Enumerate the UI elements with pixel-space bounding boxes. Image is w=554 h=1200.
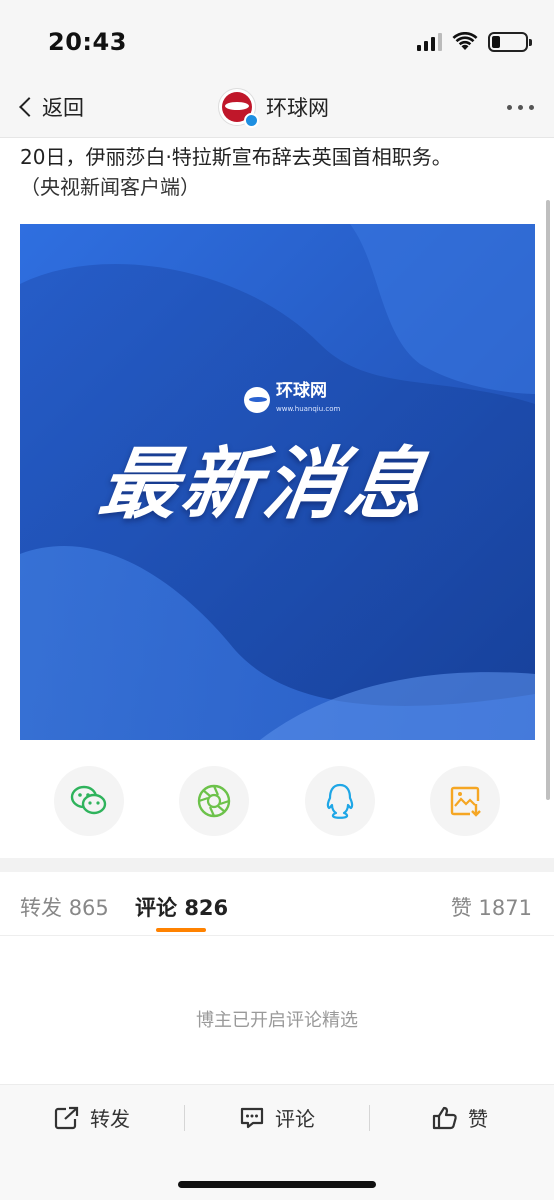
tab-reposts[interactable]: 转发 865 xyxy=(20,892,109,922)
chevron-left-icon xyxy=(19,97,39,117)
comments-empty-note: 博主已开启评论精选 xyxy=(196,1010,358,1031)
wechat-icon xyxy=(70,785,107,815)
card-headline: 最新消息 xyxy=(93,440,435,530)
repost-label: 转发 xyxy=(90,1107,130,1131)
logo-swoosh xyxy=(225,102,249,110)
tab-likes-count: 1871 xyxy=(478,896,532,920)
card-logo-url: www.huanqiu.com xyxy=(276,405,341,413)
account-header[interactable]: 环球网 xyxy=(218,88,329,128)
post-source: （央视新闻客户端） xyxy=(20,175,200,199)
tab-reposts-count: 865 xyxy=(68,896,109,920)
share-row xyxy=(0,766,554,836)
comment-label: 评论 xyxy=(275,1107,315,1131)
battery-icon xyxy=(488,32,532,52)
nav-bar: 返回 环球网 xyxy=(0,80,554,138)
tab-comments-label: 评论 xyxy=(135,896,177,920)
wifi-icon xyxy=(452,32,478,50)
separator xyxy=(184,1105,185,1131)
status-time: 20:43 xyxy=(48,28,127,56)
home-indicator xyxy=(178,1181,376,1188)
share-moments-button[interactable] xyxy=(179,766,249,836)
save-image-icon xyxy=(450,786,481,817)
card-logo-text: 环球网 www.huanqiu.com xyxy=(276,382,340,418)
battery-level xyxy=(492,36,500,48)
more-dots-icon[interactable] xyxy=(507,105,534,110)
verified-badge-icon xyxy=(244,113,259,128)
post-text: 20日，伊丽莎白·特拉斯宣布辞去英国首相职务。 （央视新闻客户端） xyxy=(20,142,540,202)
interaction-tabs: 转发 865 评论 826 赞 1871 xyxy=(0,872,554,936)
tab-comments-count: 826 xyxy=(184,896,229,920)
news-image[interactable]: 环球网 www.huanqiu.com 最新消息 xyxy=(20,224,535,740)
avatar[interactable] xyxy=(218,88,259,128)
tab-comments[interactable]: 评论 826 xyxy=(135,892,228,922)
status-icons xyxy=(417,32,532,52)
tab-likes-label: 赞 xyxy=(450,896,472,920)
save-image-button[interactable] xyxy=(430,766,500,836)
qq-icon xyxy=(326,783,354,819)
back-button[interactable]: 返回 xyxy=(16,92,84,122)
thumbs-up-icon xyxy=(432,1106,457,1129)
moments-icon xyxy=(197,784,231,818)
status-bar: 20:43 xyxy=(0,0,554,80)
share-wechat-button[interactable] xyxy=(54,766,124,836)
scrollbar[interactable] xyxy=(546,200,550,800)
comment-button[interactable]: 评论 xyxy=(239,1103,315,1132)
active-tab-indicator xyxy=(156,928,206,932)
back-label: 返回 xyxy=(42,96,84,120)
section-divider xyxy=(0,858,554,872)
repost-button[interactable]: 转发 xyxy=(54,1103,130,1132)
like-button[interactable]: 赞 xyxy=(432,1103,488,1132)
comment-icon xyxy=(240,1107,264,1128)
repost-icon xyxy=(54,1106,79,1129)
share-qq-button[interactable] xyxy=(305,766,375,836)
account-name[interactable]: 环球网 xyxy=(266,92,329,122)
tab-likes[interactable]: 赞 1871 xyxy=(451,892,532,922)
card-logo: 环球网 www.huanqiu.com xyxy=(244,382,340,418)
cellular-signal-icon xyxy=(417,33,442,51)
card-logo-name: 环球网 xyxy=(276,381,327,401)
bottom-action-bar: 转发 评论 赞 xyxy=(0,1084,554,1200)
separator xyxy=(369,1105,370,1131)
tab-reposts-label: 转发 xyxy=(20,896,62,920)
post-line-1: 20日，伊丽莎白·特拉斯宣布辞去英国首相职务。 xyxy=(20,145,452,169)
like-label: 赞 xyxy=(468,1107,488,1131)
huanqiu-logo-icon xyxy=(244,387,270,413)
